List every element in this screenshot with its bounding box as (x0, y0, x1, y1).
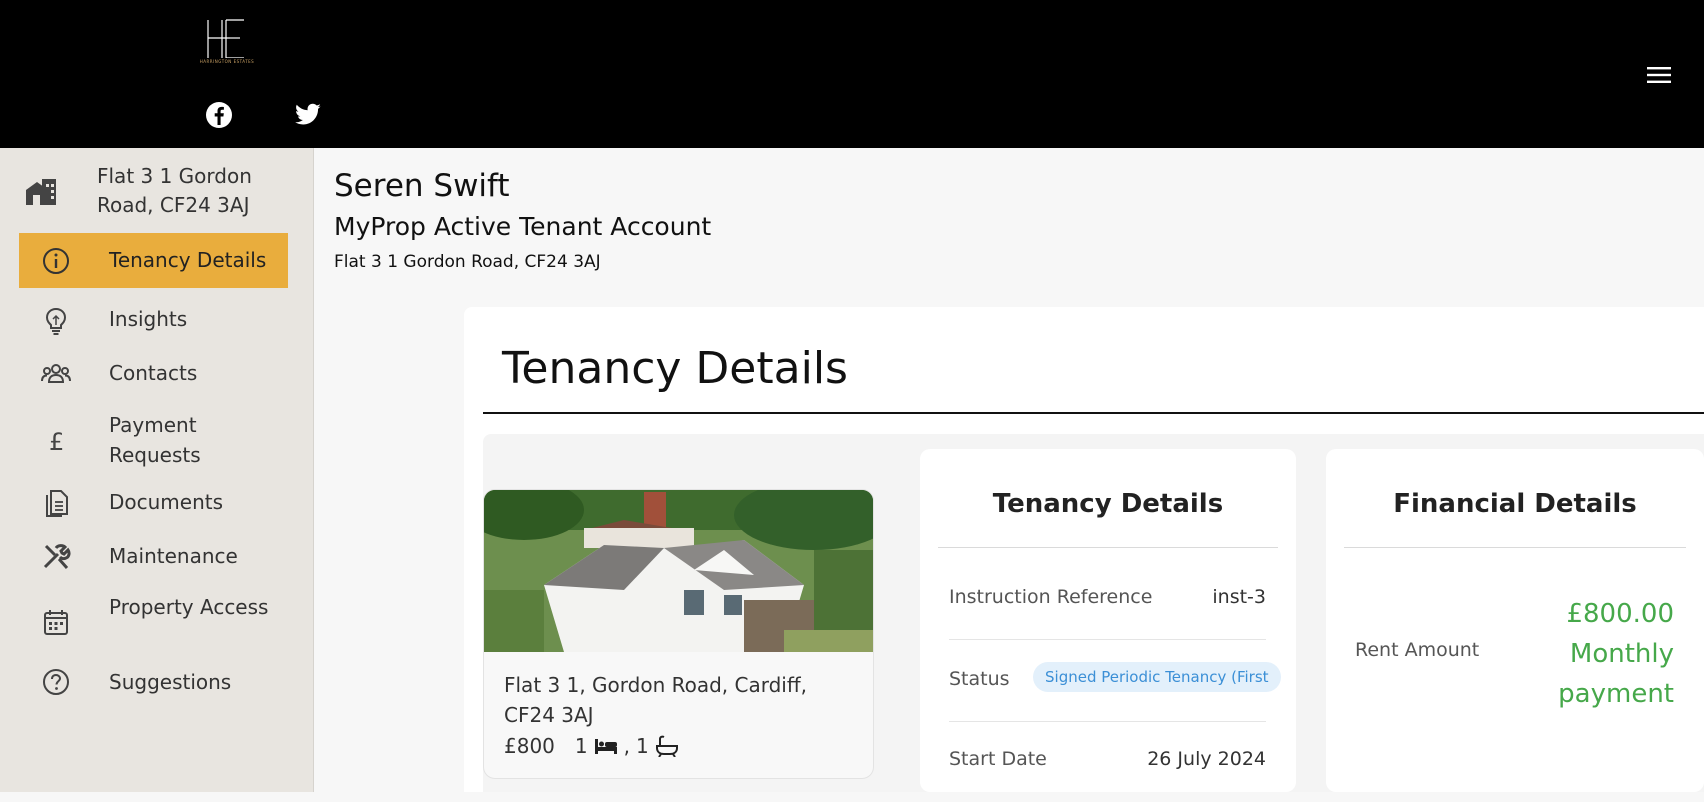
facebook-icon[interactable] (205, 101, 235, 131)
document-icon (46, 490, 68, 517)
financial-details-card: Financial Details Rent Amount £800.00 Mo… (1326, 449, 1704, 792)
sidebar-item-label: Documents (109, 490, 224, 514)
svg-text:£: £ (49, 428, 64, 456)
bed-icon (594, 739, 617, 754)
instruction-reference-value: inst-3 (1212, 586, 1266, 608)
company-logo[interactable]: HARRINGTON ESTATES (196, 18, 258, 66)
property-price: £800 (504, 734, 555, 758)
card-divider (1344, 547, 1686, 548)
info-icon (43, 248, 69, 274)
instruction-reference-label: Instruction Reference (949, 586, 1153, 608)
top-header: HARRINGTON ESTATES (0, 0, 1704, 148)
page-title: Tenancy Details (502, 343, 848, 394)
hamburger-menu-icon[interactable] (1646, 62, 1672, 88)
property-card[interactable]: Flat 3 1, Gordon Road, Cardiff, CF24 3AJ… (483, 489, 874, 779)
sidebar-item-property-access[interactable]: Property Access (19, 592, 288, 652)
property-summary: £800 1 , 1 (504, 732, 679, 760)
status-badge: Signed Periodic Tenancy (First (1033, 662, 1281, 692)
calendar-icon (44, 610, 68, 635)
account-type: MyProp Active Tenant Account (334, 212, 712, 241)
pound-icon: £ (49, 428, 64, 456)
bedroom-count: 1 (574, 734, 588, 758)
sidebar-item-label: Property Access (109, 595, 269, 619)
status-label: Status (949, 668, 1010, 690)
sidebar-property-address: Flat 3 1 Gordon Road, CF24 3AJ (97, 164, 252, 217)
financial-card-title: Financial Details (1393, 489, 1637, 519)
start-date-value: 26 July 2024 (1147, 748, 1266, 770)
sidebar-item-label: Contacts (109, 361, 198, 385)
status-row: Status Signed Periodic Tenancy (First (949, 640, 1281, 722)
building-icon (26, 179, 56, 205)
tools-icon (43, 544, 71, 569)
sidebar-item-documents[interactable]: Documents (19, 478, 288, 528)
tenancy-details-card: Tenancy Details Instruction Reference in… (920, 449, 1296, 792)
property-address: Flat 3 1, Gordon Road, Cardiff, CF24 3AJ (504, 673, 807, 727)
card-divider (938, 547, 1278, 548)
start-date-label: Start Date (949, 748, 1047, 770)
rent-amount-label: Rent Amount (1355, 639, 1480, 661)
sidebar-item-label: Maintenance (109, 544, 238, 568)
title-divider (483, 412, 1704, 414)
logo-subtext: HARRINGTON ESTATES (199, 59, 255, 64)
account-holder-name: Seren Swift (334, 168, 510, 204)
tenancy-details-panel: Tenancy Details Flat 3 1, Gordon Road, C… (464, 307, 1704, 792)
people-icon (41, 364, 71, 383)
sidebar: Flat 3 1 Gordon Road, CF24 3AJ Tenancy D… (0, 148, 314, 792)
sidebar-item-tenancy-details[interactable]: Tenancy Details (19, 233, 288, 288)
bath-icon (655, 735, 678, 757)
sidebar-property[interactable]: Flat 3 1 Gordon Road, CF24 3AJ (0, 148, 313, 232)
sidebar-item-maintenance[interactable]: Maintenance (19, 532, 288, 582)
instruction-reference-row: Instruction Reference inst-3 (949, 558, 1266, 640)
details-container: Flat 3 1, Gordon Road, Cardiff, CF24 3AJ… (483, 434, 1704, 792)
start-date-row: Start Date 26 July 2024 (949, 720, 1266, 802)
sidebar-item-insights[interactable]: Insights (19, 296, 288, 346)
property-photo (484, 490, 873, 652)
sidebar-item-label: Tenancy Details (109, 248, 267, 272)
sidebar-item-suggestions[interactable]: Suggestions (19, 658, 288, 708)
question-icon (43, 669, 69, 695)
sidebar-item-label: Suggestions (109, 670, 232, 694)
lightbulb-icon (45, 307, 67, 335)
sidebar-item-contacts[interactable]: Contacts (19, 350, 288, 400)
twitter-icon[interactable] (294, 101, 324, 131)
rent-amount-value: £800.00 Monthly payment (1558, 599, 1674, 709)
bathroom-count: 1 (636, 734, 649, 758)
logo-mark-icon (207, 19, 244, 59)
tenancy-card-title: Tenancy Details (992, 489, 1224, 519)
account-address: Flat 3 1 Gordon Road, CF24 3AJ (334, 252, 601, 272)
sidebar-item-label: Payment Requests (109, 413, 201, 467)
sidebar-item-label: Insights (109, 307, 188, 331)
sidebar-item-payment-requests[interactable]: £ Payment Requests (19, 410, 288, 470)
